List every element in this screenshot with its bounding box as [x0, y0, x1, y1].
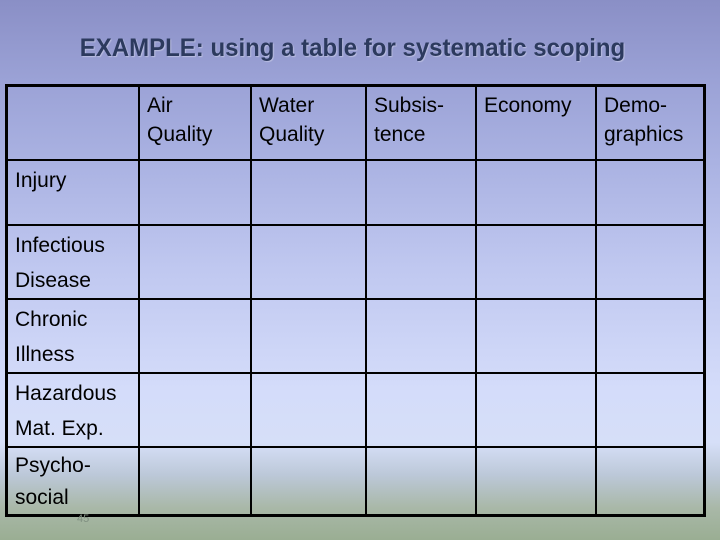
table-row-injury: Injury — [5, 159, 706, 226]
table-row-psychosocial: Psycho-social — [5, 446, 706, 517]
table-cell — [365, 372, 477, 448]
column-header-line: Subsis- — [374, 94, 445, 117]
table-cell — [475, 372, 597, 448]
column-header-economy: Economy — [475, 84, 597, 161]
table-cell — [595, 372, 706, 448]
column-header-line: Water — [259, 94, 315, 117]
table-cell — [250, 446, 367, 517]
table-cell — [365, 298, 477, 374]
table-cell — [365, 159, 477, 226]
column-header-air-quality: Air Quality — [138, 84, 252, 161]
scoping-table: Air Quality Water Quality Subsis-tence Eco… — [5, 84, 706, 517]
page-number: 45 — [77, 513, 90, 525]
table-cell — [250, 159, 367, 226]
row-label-hazardous-mat-exp: Hazardous Mat. Exp. — [5, 372, 140, 448]
table-cell — [475, 298, 597, 374]
column-header-line: Economy — [484, 94, 572, 117]
row-label-psychosocial: Psycho-social — [5, 446, 140, 517]
table-cell — [475, 159, 597, 226]
column-header-line: Demo- — [604, 94, 668, 117]
table-cell — [595, 446, 706, 517]
table-cell — [138, 224, 252, 300]
column-header-line: Quality — [259, 123, 325, 146]
column-header-water-quality: Water Quality — [250, 84, 367, 161]
table-cell — [595, 224, 706, 300]
table-cell — [250, 372, 367, 448]
table-cell — [595, 159, 706, 226]
column-header-line: Quality — [147, 123, 213, 146]
slide-title: EXAMPLE: using a table for systematic sc… — [79, 34, 626, 62]
table-cell — [365, 446, 477, 517]
row-label-chronic-illness: Chronic Illness — [5, 298, 140, 374]
table-row-infectious-disease: Infectious Disease — [5, 224, 706, 300]
row-label-injury: Injury — [5, 159, 140, 226]
row-label-infectious-disease: Infectious Disease — [5, 224, 140, 300]
table-cell — [250, 298, 367, 374]
table-cell — [475, 446, 597, 517]
column-header-subsistence: Subsis-tence — [365, 84, 477, 161]
column-header-line: tence — [374, 123, 426, 146]
column-header-line: graphics — [604, 123, 684, 146]
table-cell — [365, 224, 477, 300]
table-cell — [138, 372, 252, 448]
table-cell — [475, 224, 597, 300]
table-cell — [138, 298, 252, 374]
column-header-line: Air — [147, 94, 173, 117]
column-header-demographics: Demo-graphics — [595, 84, 706, 161]
table-row-chronic-illness: Chronic Illness — [5, 298, 706, 374]
table-cell — [595, 298, 706, 374]
table-row-hazardous-mat-exp: Hazardous Mat. Exp. — [5, 372, 706, 448]
table-header-row: Air Quality Water Quality Subsis-tence Eco… — [5, 84, 706, 161]
table-cell — [138, 159, 252, 226]
corner-cell — [5, 84, 140, 161]
table-cell — [138, 446, 252, 517]
table-cell — [250, 224, 367, 300]
